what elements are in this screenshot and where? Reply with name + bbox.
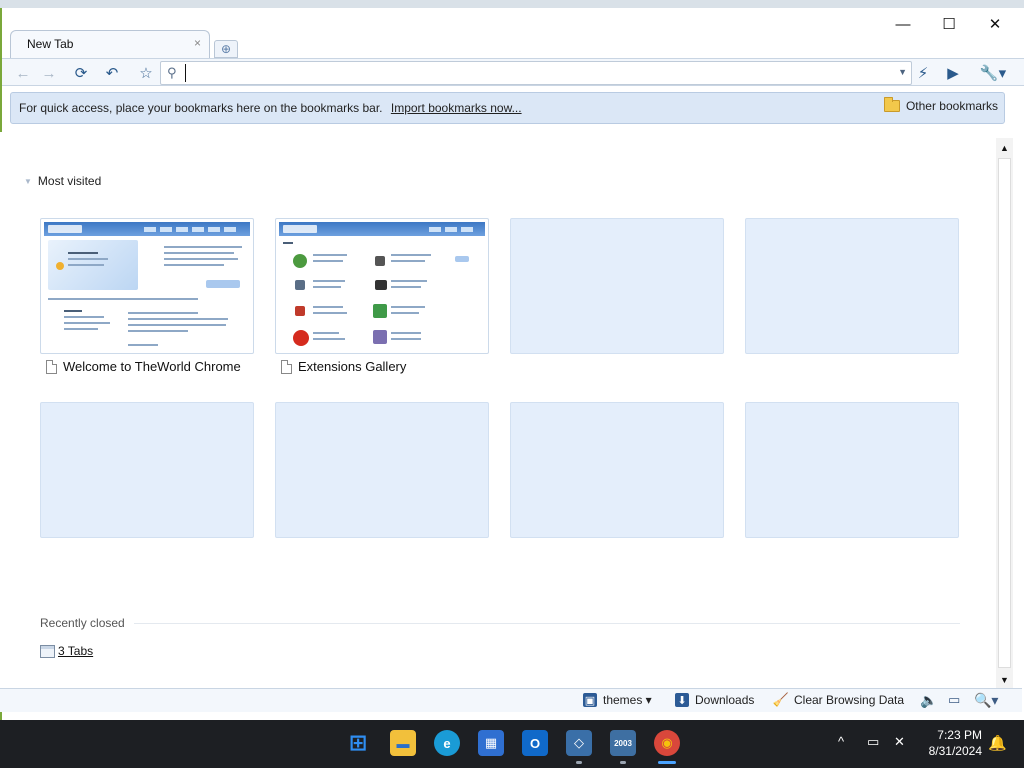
omnibox-dropdown-icon[interactable]: ▼ <box>898 67 907 77</box>
page-icon <box>46 359 57 374</box>
page-icon <box>281 359 292 374</box>
themes-button[interactable]: ▣ themes ▾ <box>583 693 652 707</box>
new-tab-button[interactable]: ⊕ <box>214 40 238 58</box>
forward-arrow-icon[interactable]: → <box>38 62 60 84</box>
sound-icon[interactable]: 🔈 <box>920 692 937 709</box>
volume-muted-icon[interactable]: ✕ <box>894 734 905 750</box>
clear-browsing-data-button[interactable]: 🧹 Clear Browsing Data <box>772 692 905 707</box>
recently-closed-label: 3 Tabs <box>58 644 94 658</box>
search-icon: ⚲ <box>167 65 177 80</box>
edge-icon[interactable]: e <box>434 730 460 756</box>
omnibox[interactable]: ⚲ ▼ <box>160 61 912 85</box>
virtualbox-icon[interactable]: ◇ <box>566 730 592 764</box>
tile-title-text: Extensions Gallery <box>298 359 407 374</box>
file-explorer-icon[interactable]: ▬ <box>390 730 416 756</box>
outlook-glyph: O <box>529 735 541 751</box>
clear-browsing-data-label: Clear Browsing Data <box>794 693 905 707</box>
most-visited-tile[interactable] <box>40 218 254 354</box>
bookmarks-hint-text: For quick access, place your bookmarks h… <box>19 101 383 115</box>
device-icon[interactable]: ▭ <box>948 692 960 708</box>
store-icon[interactable]: ▦ <box>478 730 504 756</box>
themes-label: themes ▾ <box>603 693 652 707</box>
tab-new-tab[interactable]: New Tab × <box>10 30 210 58</box>
tile-title[interactable]: Extensions Gallery <box>281 359 406 374</box>
status-bar: ▣ themes ▾ ⬇ Downloads 🧹 Clear Browsing … <box>0 688 1022 712</box>
lightning-icon[interactable]: ⚡ <box>912 62 934 84</box>
store-glyph: ▦ <box>484 735 498 750</box>
most-visited-header[interactable]: ▼ Most visited <box>24 174 101 188</box>
downloads-button[interactable]: ⬇ Downloads <box>675 693 754 707</box>
empty-tile <box>275 402 489 538</box>
network-icon[interactable]: ▭ <box>867 734 879 750</box>
scroll-thumb[interactable] <box>998 158 1011 668</box>
tab-title: New Tab <box>27 37 74 51</box>
start-glyph: ⊞ <box>348 730 368 755</box>
download-icon: ⬇ <box>675 693 689 707</box>
server-2003-glyph: 2003 <box>614 738 632 748</box>
vertical-scrollbar[interactable]: ▲ ▼ <box>996 138 1013 688</box>
tile-title[interactable]: Welcome to TheWorld Chrome <box>46 359 241 374</box>
folder-icon <box>883 97 900 112</box>
most-visited-tile[interactable] <box>275 218 489 354</box>
server-2003-icon[interactable]: 2003 <box>610 730 636 764</box>
clock[interactable]: 7:23 PM 8/31/2024 <box>918 727 982 759</box>
page-thumbnail <box>279 222 485 350</box>
bookmark-star-icon[interactable]: ☆ <box>135 62 157 84</box>
tile-title-text: Welcome to TheWorld Chrome <box>63 359 241 374</box>
recently-closed-header: Recently closed <box>40 616 125 630</box>
reload-icon[interactable]: ⟳ <box>70 62 92 84</box>
scroll-down-arrow-icon[interactable]: ▼ <box>996 672 1013 688</box>
running-indicator <box>576 761 582 764</box>
bookmarks-hint: For quick access, place your bookmarks h… <box>19 101 522 115</box>
downloads-label: Downloads <box>695 693 755 707</box>
bookmarks-bar: For quick access, place your bookmarks h… <box>10 92 1005 124</box>
taskbar: ⊞ ▬ e ▦ O ◇ 2003 ◉ ^ ▭ ✕ 7:23 PM 8/31/20… <box>0 720 1024 768</box>
clock-time: 7:23 PM <box>937 728 982 742</box>
empty-tile <box>40 402 254 538</box>
address-input[interactable] <box>185 64 885 82</box>
other-bookmarks-label: Other bookmarks <box>905 99 998 113</box>
most-visited-title: Most visited <box>37 174 102 188</box>
start-icon[interactable]: ⊞ <box>345 730 371 756</box>
divider <box>134 623 960 624</box>
scroll-up-arrow-icon[interactable]: ▲ <box>996 140 1013 156</box>
outlook-icon[interactable]: O <box>522 730 548 756</box>
running-indicator <box>620 761 626 764</box>
tab-strip: New Tab × ⊕ <box>2 28 1024 60</box>
back-arrow-icon[interactable]: ← <box>12 62 34 84</box>
active-indicator <box>658 761 676 764</box>
other-bookmarks-button[interactable]: Other bookmarks <box>883 97 998 113</box>
tray-chevron-icon[interactable]: ^ <box>838 734 844 749</box>
go-icon[interactable]: ▶ <box>942 62 964 84</box>
themes-icon: ▣ <box>583 693 597 707</box>
undo-icon[interactable]: ↶ <box>101 62 123 84</box>
tab-close-icon[interactable]: × <box>194 36 201 50</box>
new-tab-page: ▼ Most visited Welcome to TheWorld Chrom… <box>0 132 995 688</box>
desktop-background <box>0 0 1024 8</box>
notification-bell-icon[interactable]: 🔔 <box>988 734 1007 752</box>
wrench-menu-icon[interactable]: 🔧▾ <box>974 62 1012 84</box>
title-bar <box>2 8 1024 30</box>
edge-glyph: e <box>443 735 451 751</box>
broom-icon: 🧹 <box>772 692 790 707</box>
file-explorer-glyph: ▬ <box>396 735 410 751</box>
import-bookmarks-link[interactable]: Import bookmarks now... <box>391 101 522 115</box>
recently-closed-item[interactable]: 3 Tabs <box>40 644 93 658</box>
empty-tile <box>510 402 724 538</box>
chrome-glyph: ◉ <box>661 735 673 750</box>
collapse-arrow-icon[interactable]: ▼ <box>24 177 32 186</box>
clock-date: 8/31/2024 <box>928 744 982 758</box>
chrome-icon[interactable]: ◉ <box>654 730 680 764</box>
virtualbox-glyph: ◇ <box>574 735 584 750</box>
window-tabs-icon <box>40 644 55 658</box>
zoom-icon[interactable]: 🔍▾ <box>974 692 998 709</box>
empty-tile <box>745 402 959 538</box>
toolbar: ← → ⟳ ↶ ☆ ⚲ ▼ ⚡ ▶ 🔧▾ <box>2 58 1024 86</box>
empty-tile <box>510 218 724 354</box>
empty-tile <box>745 218 959 354</box>
page-thumbnail <box>44 222 250 350</box>
